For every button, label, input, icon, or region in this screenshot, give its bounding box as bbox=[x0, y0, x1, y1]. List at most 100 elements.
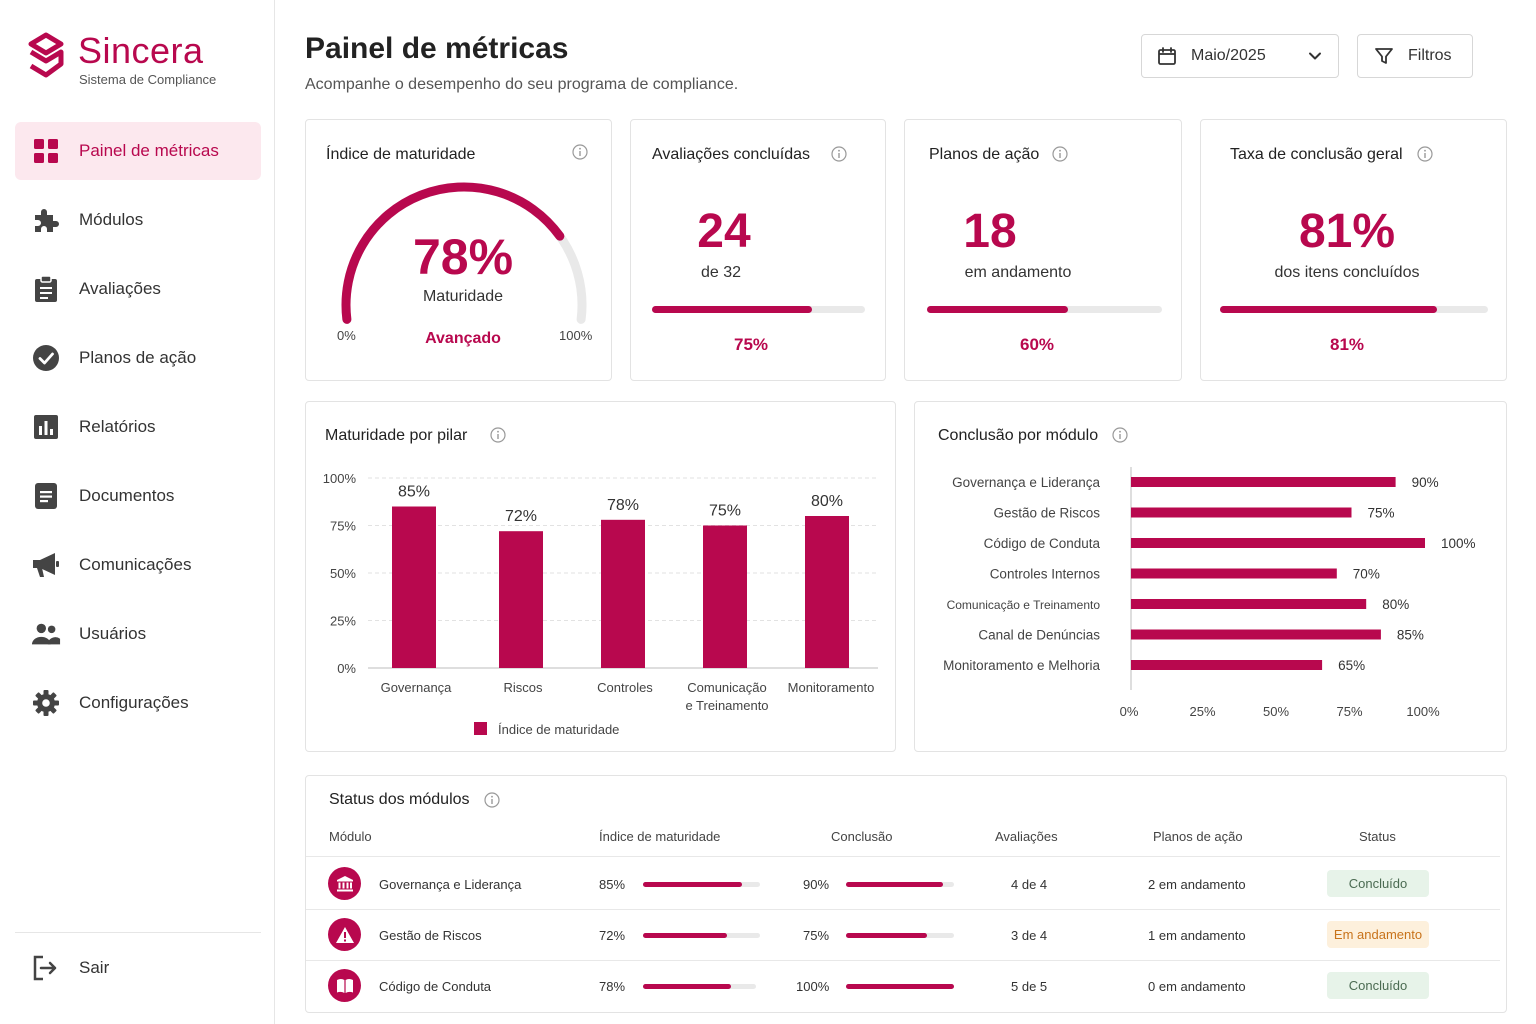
filters-button[interactable]: Filtros bbox=[1357, 34, 1473, 78]
info-icon[interactable] bbox=[831, 146, 847, 162]
data-label: 65% bbox=[1338, 658, 1365, 673]
bar bbox=[1131, 568, 1337, 579]
calendar-icon bbox=[1158, 47, 1176, 65]
sidebar-item-avaliacoes[interactable]: Avaliações bbox=[15, 260, 261, 318]
assessments-card: Avaliações concluídas 24 de 32 75% bbox=[630, 119, 886, 381]
sidebar-item-painel[interactable]: Painel de métricas bbox=[15, 122, 261, 180]
gauge-max-label: 100% bbox=[559, 328, 593, 343]
sidebar-item-usuarios[interactable]: Usuários bbox=[15, 605, 261, 663]
y-tick-label: Código de Conduta bbox=[984, 536, 1101, 551]
plans-link[interactable]: 1 em andamento bbox=[1148, 928, 1246, 943]
period-value: Maio/2025 bbox=[1191, 47, 1266, 64]
plans-link[interactable]: 0 em andamento bbox=[1148, 979, 1246, 994]
x-tick-label: 50% bbox=[1263, 704, 1289, 719]
logout-button[interactable]: Sair bbox=[31, 950, 109, 986]
overall-completion-card: Taxa de conclusão geral 81% dos itens co… bbox=[1200, 119, 1507, 381]
app-logo[interactable]: Sincera Sistema de Compliance bbox=[28, 32, 216, 87]
sidebar-item-modulos[interactable]: Módulos bbox=[15, 191, 261, 249]
x-tick-label: e Treinamento bbox=[685, 698, 768, 713]
info-icon[interactable] bbox=[1052, 146, 1068, 162]
kpi-percent: 81% bbox=[1329, 335, 1365, 354]
assessments-value: 4 de 4 bbox=[1011, 877, 1048, 892]
maturity-card: Índice de maturidade 78% Maturidade Avan… bbox=[305, 119, 612, 381]
y-tick-label: 25% bbox=[330, 614, 356, 629]
sidebar-item-label: Planos de ação bbox=[79, 348, 197, 367]
bank-icon bbox=[328, 867, 361, 900]
x-tick-label: 25% bbox=[1189, 704, 1215, 719]
gauge-min-label: 0% bbox=[337, 328, 356, 343]
y-tick-label: 50% bbox=[330, 566, 356, 581]
maturity-bar-fill bbox=[643, 882, 743, 887]
x-tick-label: Monitoramento bbox=[788, 680, 875, 695]
x-tick-label: 75% bbox=[1336, 704, 1362, 719]
row-divider bbox=[306, 909, 1500, 910]
sidebar-item-label: Painel de métricas bbox=[79, 141, 219, 160]
dashboard-icon bbox=[31, 136, 61, 166]
bar bbox=[499, 531, 543, 668]
x-tick-label: Riscos bbox=[503, 680, 543, 695]
data-label: 85% bbox=[1397, 628, 1424, 643]
sidebar-item-planos[interactable]: Planos de ação bbox=[15, 329, 261, 387]
completion-bar-track bbox=[846, 882, 954, 887]
sidebar-item-relatorios[interactable]: Relatórios bbox=[15, 398, 261, 456]
row-divider bbox=[306, 960, 1500, 961]
sidebar-item-label: Configurações bbox=[79, 693, 189, 712]
page-title: Painel de métricas bbox=[305, 32, 569, 65]
data-label: 80% bbox=[811, 493, 843, 510]
action-plans-card: Planos de ação 18 em andamento 60% bbox=[904, 119, 1182, 381]
completion-bar-fill bbox=[846, 882, 944, 887]
sidebar-divider bbox=[15, 932, 261, 933]
app-name: Sincera bbox=[78, 30, 204, 71]
y-tick-label: 75% bbox=[330, 519, 356, 534]
clipboard-icon bbox=[31, 274, 61, 304]
sidebar-item-label: Usuários bbox=[79, 624, 147, 643]
maturity-value: 78% bbox=[412, 229, 514, 285]
data-label: 75% bbox=[709, 503, 741, 520]
column-header-assessments: Avaliações bbox=[995, 829, 1058, 844]
bar bbox=[601, 519, 645, 668]
x-tick-label: Controles bbox=[597, 680, 653, 695]
sidebar-item-comunicacoes[interactable]: Comunicações bbox=[15, 536, 261, 594]
kpi-progress-track bbox=[927, 306, 1162, 313]
x-tick-label: Comunicação bbox=[687, 680, 767, 695]
plans-link[interactable]: 2 em andamento bbox=[1148, 877, 1246, 892]
column-header-maturity: Índice de maturidade bbox=[599, 829, 721, 844]
filter-icon bbox=[1375, 48, 1393, 64]
kpi-value: 24 bbox=[697, 205, 751, 258]
data-label: 78% bbox=[607, 497, 639, 514]
module-name: Código de Conduta bbox=[379, 979, 492, 994]
legend-swatch bbox=[474, 722, 487, 735]
sidebar-item-configuracoes[interactable]: Configurações bbox=[15, 674, 261, 732]
maturity-bar-fill bbox=[643, 984, 732, 989]
book-icon bbox=[328, 969, 361, 1002]
y-tick-label: Canal de Denúncias bbox=[978, 628, 1100, 643]
assessments-value: 5 de 5 bbox=[1011, 979, 1048, 994]
pillar-bar-chart: 0% 25% 50% 75% 100% 85% Governança 72% Riscos 78%… bbox=[323, 471, 878, 737]
info-icon[interactable] bbox=[484, 792, 500, 808]
bar bbox=[1131, 538, 1425, 548]
y-tick-label: 0% bbox=[337, 661, 356, 676]
completion-value: 100% bbox=[796, 979, 830, 994]
bar bbox=[1131, 599, 1367, 609]
chevron-down-icon bbox=[1309, 52, 1321, 60]
column-header-completion: Conclusão bbox=[831, 829, 893, 844]
period-select[interactable]: Maio/2025 bbox=[1141, 34, 1339, 78]
bar bbox=[1131, 629, 1381, 640]
completion-value: 90% bbox=[803, 877, 830, 892]
kpi-value: 18 bbox=[963, 205, 1017, 258]
data-label: 90% bbox=[1412, 475, 1439, 490]
data-label: 75% bbox=[1368, 506, 1395, 521]
data-label: 80% bbox=[1382, 597, 1409, 612]
x-tick-label: 0% bbox=[1120, 704, 1139, 719]
info-icon[interactable] bbox=[1417, 146, 1433, 162]
document-icon bbox=[31, 481, 61, 511]
sidebar-item-label: Avaliações bbox=[79, 279, 161, 298]
logout-label: Sair bbox=[79, 958, 110, 977]
logout-icon bbox=[33, 955, 57, 981]
sidebar-item-label: Relatórios bbox=[79, 417, 156, 436]
users-icon bbox=[31, 619, 61, 649]
page-subtitle: Acompanhe o desempenho do seu programa d… bbox=[305, 76, 739, 93]
sidebar-item-documentos[interactable]: Documentos bbox=[15, 467, 261, 525]
sidebar-item-label: Documentos bbox=[79, 486, 175, 505]
maturity-bar-track bbox=[643, 882, 760, 887]
